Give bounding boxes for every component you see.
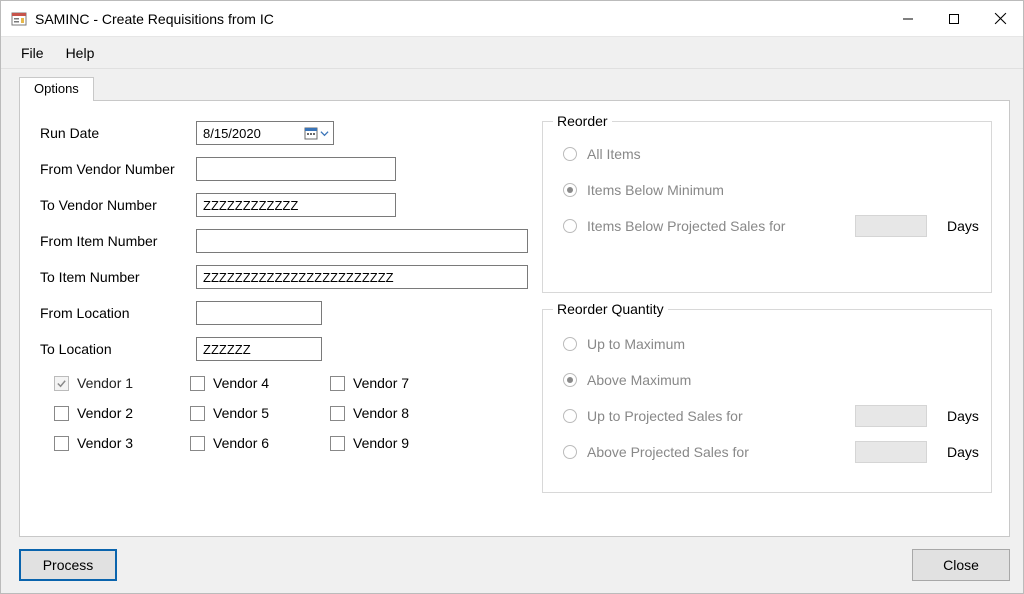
to-vendor-input[interactable]: ZZZZZZZZZZZZ [196, 193, 396, 217]
from-location-input[interactable] [196, 301, 322, 325]
qty-up-to-projected-row: Up to Projected Sales for Days [543, 398, 991, 434]
qty-up-to-projected-radio [563, 409, 577, 423]
close-window-button[interactable] [977, 1, 1023, 37]
app-window: SAMINC - Create Requisitions from IC Fil… [0, 0, 1024, 594]
run-date-value: 8/15/2020 [203, 126, 304, 141]
reorder-below-projected-radio [563, 219, 577, 233]
chevron-down-icon [319, 128, 329, 138]
qty-above-projected-row: Above Projected Sales for Days [543, 434, 991, 470]
tab-options[interactable]: Options [19, 77, 94, 101]
reorder-qty-legend: Reorder Quantity [553, 301, 668, 317]
vendor-9-checkbox[interactable]: Vendor 9 [330, 435, 470, 451]
run-date-label: Run Date [40, 125, 196, 141]
reorder-legend: Reorder [553, 113, 612, 129]
from-location-label: From Location [40, 305, 196, 321]
bottom-bar: Process Close [19, 549, 1010, 581]
menubar: File Help [1, 37, 1023, 69]
qty-above-projected-days-input [855, 441, 927, 463]
menu-file[interactable]: File [21, 45, 44, 61]
reorder-days-input [855, 215, 927, 237]
tab-header: Options [19, 77, 94, 101]
from-item-input[interactable] [196, 229, 528, 253]
titlebar: SAMINC - Create Requisitions from IC [1, 1, 1023, 37]
to-vendor-label: To Vendor Number [40, 197, 196, 213]
form-area: Run Date 8/15/2020 [40, 115, 530, 367]
from-item-label: From Item Number [40, 233, 196, 249]
vendor-3-checkbox[interactable]: Vendor 3 [54, 435, 190, 451]
client-area: Options Run Date 8/15/2020 [1, 69, 1023, 593]
calendar-icon [304, 126, 318, 140]
from-vendor-input[interactable] [196, 157, 396, 181]
vendor-2-checkbox[interactable]: Vendor 2 [54, 405, 190, 421]
vendor-1-checkbox: Vendor 1 [54, 375, 190, 391]
process-button[interactable]: Process [19, 549, 117, 581]
to-item-input[interactable]: ZZZZZZZZZZZZZZZZZZZZZZZZ [196, 265, 528, 289]
qty-above-max-row: Above Maximum [543, 362, 991, 398]
reorder-below-projected-row: Items Below Projected Sales for Days [543, 208, 991, 244]
qty-above-max-radio [563, 373, 577, 387]
maximize-button[interactable] [931, 1, 977, 37]
vendor-5-checkbox[interactable]: Vendor 5 [190, 405, 330, 421]
to-item-label: To Item Number [40, 269, 196, 285]
vendor-4-checkbox[interactable]: Vendor 4 [190, 375, 330, 391]
qty-up-to-max-radio [563, 337, 577, 351]
vendor-checkbox-grid: Vendor 1 Vendor 4 Vendor 7 Vendor 2 Vend… [54, 375, 470, 451]
reorder-below-min-radio [563, 183, 577, 197]
vendor-8-checkbox[interactable]: Vendor 8 [330, 405, 470, 421]
reorder-all-items-radio [563, 147, 577, 161]
from-vendor-label: From Vendor Number [40, 161, 196, 177]
vendor-6-checkbox[interactable]: Vendor 6 [190, 435, 330, 451]
qty-up-to-projected-days-input [855, 405, 927, 427]
qty-up-to-max-row: Up to Maximum [543, 326, 991, 362]
to-location-input[interactable]: ZZZZZZ [196, 337, 322, 361]
window-title: SAMINC - Create Requisitions from IC [35, 11, 274, 27]
reorder-all-items-row: All Items [543, 136, 991, 172]
tab-panel-options: Run Date 8/15/2020 [19, 100, 1010, 537]
qty-above-projected-radio [563, 445, 577, 459]
reorder-below-min-row: Items Below Minimum [543, 172, 991, 208]
menu-help[interactable]: Help [66, 45, 95, 61]
to-location-label: To Location [40, 341, 196, 357]
run-date-input[interactable]: 8/15/2020 [196, 121, 334, 145]
reorder-qty-groupbox: Reorder Quantity Up to Maximum Above Max… [542, 309, 992, 493]
app-icon [11, 11, 27, 27]
vendor-7-checkbox[interactable]: Vendor 7 [330, 375, 470, 391]
minimize-button[interactable] [885, 1, 931, 37]
close-button[interactable]: Close [912, 549, 1010, 581]
reorder-groupbox: Reorder All Items Items Below Minimum It… [542, 121, 992, 293]
